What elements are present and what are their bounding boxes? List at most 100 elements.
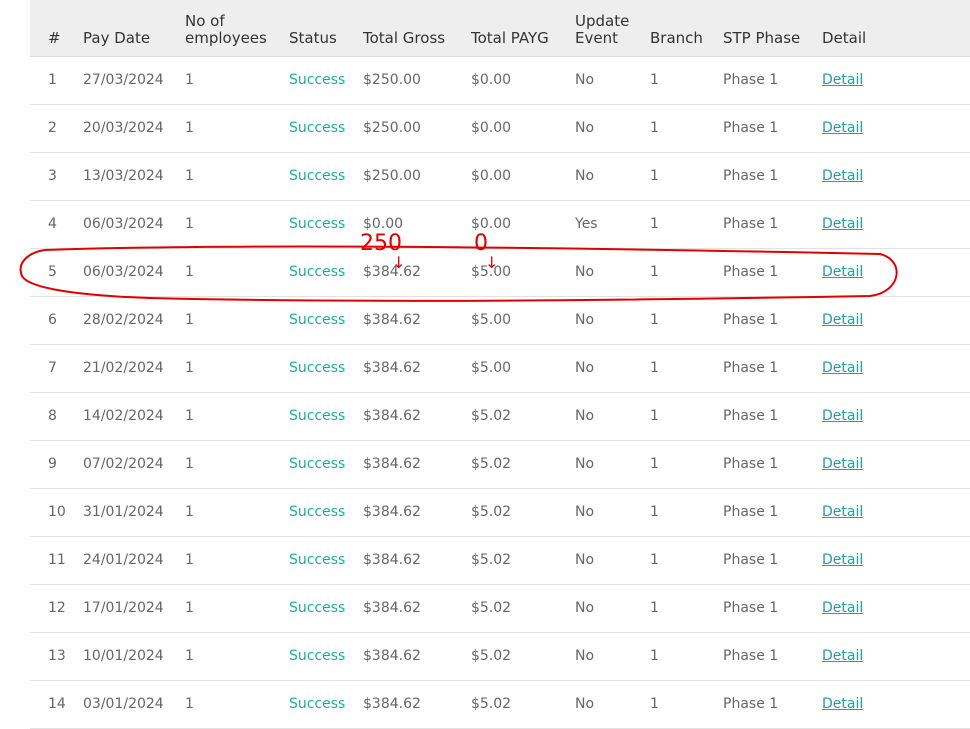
- employees-cell: 1: [185, 168, 194, 184]
- header-stp-phase[interactable]: STP Phase: [723, 30, 800, 47]
- employees-cell: 1: [185, 360, 194, 376]
- pay-date-cell: 13/03/2024: [83, 168, 164, 184]
- detail-link[interactable]: Detail: [822, 504, 863, 521]
- status-cell: Success: [289, 456, 346, 472]
- branch-cell: 1: [650, 648, 659, 664]
- stp-phase-cell: Phase 1: [723, 312, 779, 328]
- status-cell: Success: [289, 600, 346, 616]
- update-event-cell: No: [575, 648, 595, 664]
- total-payg-cell: $5.00: [471, 312, 512, 328]
- pay-date-cell: 10/01/2024: [83, 648, 164, 664]
- total-gross-cell: $250.00: [363, 120, 421, 136]
- total-payg-cell: $5.02: [471, 408, 512, 424]
- status-cell: Success: [289, 696, 346, 712]
- employees-cell: 1: [185, 696, 194, 712]
- update-event-cell: No: [575, 312, 595, 328]
- table-row: 1 27/03/2024 1 Success $250.00 $0.00 No 1 Phase …: [30, 57, 970, 105]
- status-cell: Success: [289, 216, 346, 232]
- total-gross-cell: $384.62: [363, 456, 421, 472]
- header-total-payg[interactable]: Total PAYG: [471, 30, 549, 47]
- header-total-gross[interactable]: Total Gross: [363, 30, 445, 47]
- row-number: 14: [48, 696, 66, 712]
- branch-cell: 1: [650, 456, 659, 472]
- row-number: 4: [48, 216, 57, 232]
- branch-cell: 1: [650, 168, 659, 184]
- total-gross-cell: $0.00: [363, 216, 404, 232]
- stp-phase-cell: Phase 1: [723, 120, 779, 136]
- table-row: 4 06/03/2024 1 Success $0.00 $0.00 Yes 1 Phase 1…: [30, 201, 970, 249]
- detail-link[interactable]: Detail: [822, 216, 863, 233]
- stp-phase-cell: Phase 1: [723, 216, 779, 232]
- branch-cell: 1: [650, 552, 659, 568]
- employees-cell: 1: [185, 72, 194, 88]
- table-row: 11 24/01/2024 1 Success $384.62 $5.02 No 1 Phase…: [30, 537, 970, 585]
- detail-link[interactable]: Detail: [822, 408, 863, 425]
- row-number: 5: [48, 264, 57, 280]
- employees-cell: 1: [185, 312, 194, 328]
- status-cell: Success: [289, 264, 346, 280]
- update-event-cell: No: [575, 408, 595, 424]
- total-gross-cell: $384.62: [363, 360, 421, 376]
- branch-cell: 1: [650, 120, 659, 136]
- employees-cell: 1: [185, 552, 194, 568]
- detail-link[interactable]: Detail: [822, 168, 863, 185]
- status-cell: Success: [289, 72, 346, 88]
- pay-date-cell: 24/01/2024: [83, 552, 164, 568]
- row-number: 2: [48, 120, 57, 136]
- header-update-event[interactable]: Update Event: [575, 13, 629, 47]
- header-num[interactable]: #: [48, 30, 61, 47]
- status-cell: Success: [289, 552, 346, 568]
- detail-link[interactable]: Detail: [822, 72, 863, 89]
- row-number: 12: [48, 600, 66, 616]
- update-event-cell: No: [575, 600, 595, 616]
- header-status[interactable]: Status: [289, 30, 337, 47]
- table-row: 14 03/01/2024 1 Success $384.62 $5.02 No 1 Phase…: [30, 681, 970, 729]
- update-event-cell: No: [575, 696, 595, 712]
- detail-link[interactable]: Detail: [822, 648, 863, 665]
- total-gross-cell: $384.62: [363, 504, 421, 520]
- update-event-cell: No: [575, 264, 595, 280]
- header-update-line1: Update: [575, 12, 630, 30]
- total-payg-cell: $5.00: [471, 264, 512, 280]
- header-employees-line2: employees: [185, 29, 267, 47]
- row-number: 13: [48, 648, 66, 664]
- branch-cell: 1: [650, 264, 659, 280]
- total-payg-cell: $5.00: [471, 360, 512, 376]
- total-gross-cell: $384.62: [363, 264, 421, 280]
- pay-date-cell: 06/03/2024: [83, 264, 164, 280]
- total-payg-cell: $0.00: [471, 168, 512, 184]
- table-row: 5 06/03/2024 1 Success $384.62 $5.00 No 1 Phase …: [30, 249, 970, 297]
- total-gross-cell: $384.62: [363, 312, 421, 328]
- stp-phase-cell: Phase 1: [723, 648, 779, 664]
- total-payg-cell: $5.02: [471, 504, 512, 520]
- detail-link[interactable]: Detail: [822, 600, 863, 617]
- total-payg-cell: $5.02: [471, 648, 512, 664]
- total-payg-cell: $0.00: [471, 216, 512, 232]
- total-payg-cell: $5.02: [471, 600, 512, 616]
- detail-link[interactable]: Detail: [822, 120, 863, 137]
- detail-link[interactable]: Detail: [822, 264, 863, 281]
- total-gross-cell: $384.62: [363, 408, 421, 424]
- stp-phase-cell: Phase 1: [723, 552, 779, 568]
- header-branch[interactable]: Branch: [650, 30, 703, 47]
- detail-link[interactable]: Detail: [822, 552, 863, 569]
- table-row: 3 13/03/2024 1 Success $250.00 $0.00 No 1 Phase …: [30, 153, 970, 201]
- detail-link[interactable]: Detail: [822, 456, 863, 473]
- employees-cell: 1: [185, 456, 194, 472]
- employees-cell: 1: [185, 648, 194, 664]
- update-event-cell: No: [575, 360, 595, 376]
- detail-link[interactable]: Detail: [822, 360, 863, 377]
- row-number: 7: [48, 360, 57, 376]
- status-cell: Success: [289, 648, 346, 664]
- stp-phase-cell: Phase 1: [723, 360, 779, 376]
- stp-phase-cell: Phase 1: [723, 600, 779, 616]
- branch-cell: 1: [650, 312, 659, 328]
- detail-link[interactable]: Detail: [822, 312, 863, 329]
- employees-cell: 1: [185, 504, 194, 520]
- branch-cell: 1: [650, 600, 659, 616]
- detail-link[interactable]: Detail: [822, 696, 863, 713]
- total-payg-cell: $5.02: [471, 552, 512, 568]
- employees-cell: 1: [185, 216, 194, 232]
- header-pay-date[interactable]: Pay Date: [83, 30, 150, 47]
- header-employees[interactable]: No of employees: [185, 13, 267, 47]
